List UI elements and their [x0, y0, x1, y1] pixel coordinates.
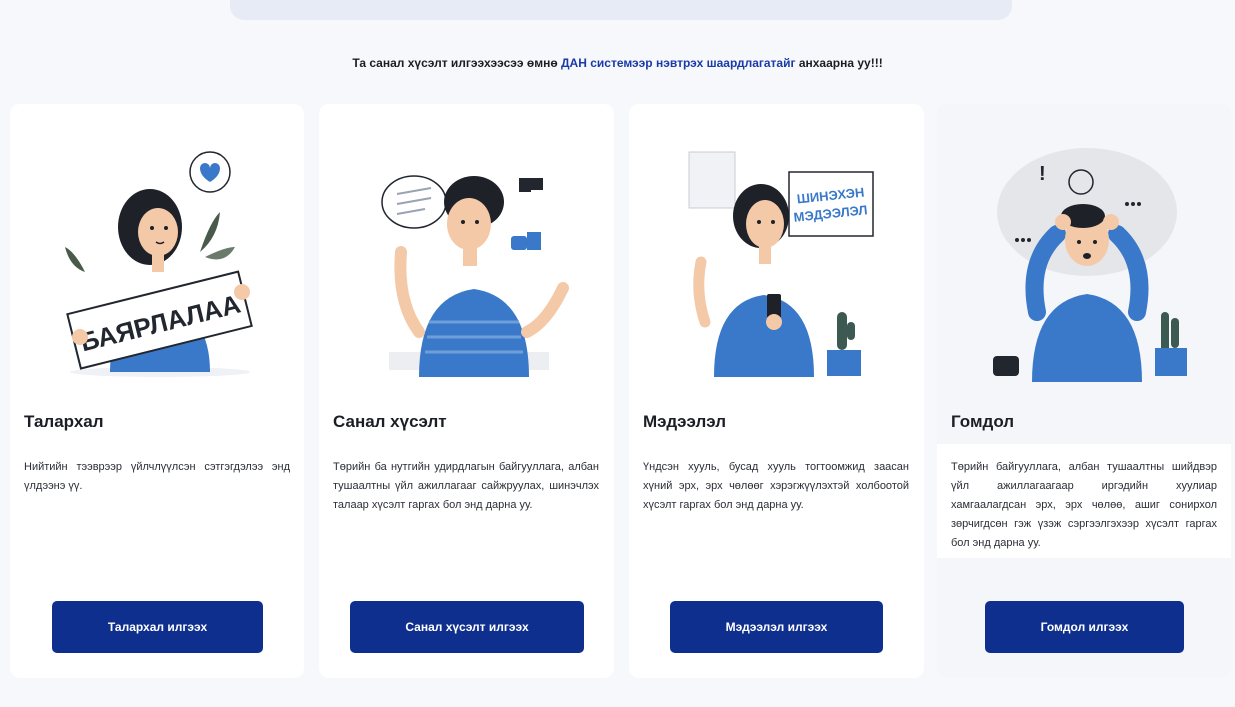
thanks-illustration: БАЯРЛАЛАА — [65, 151, 253, 377]
send-complaint-button[interactable]: Гомдол илгээх — [985, 601, 1184, 653]
card-thanks: БАЯРЛАЛАА Талархал Нийтийн тээврээр үйлч… — [10, 104, 304, 678]
card-description: Төрийн байгууллага, албан тушаалтны шийд… — [951, 461, 1217, 549]
svg-text:!: ! — [1039, 163, 1046, 185]
top-search-bar[interactable] — [230, 0, 1012, 20]
card-title: Санал хүсэлт — [333, 412, 447, 431]
send-thanks-button[interactable]: Талархал илгээх — [52, 601, 263, 653]
card-information: ШИНЭХЭН МЭДЭЭЛЭЛ Мэдээлэл Үндсэн хууль, … — [629, 104, 924, 678]
card-description: Үндсэн хууль, бусад хууль тогтоомжид заа… — [643, 461, 909, 511]
send-suggestion-button[interactable]: Санал хүсэлт илгээх — [350, 601, 584, 653]
card-complaint: ! Гомдол Төрийн байгууллага, албан тушаа — [937, 104, 1231, 678]
send-information-button[interactable]: Мэдээлэл илгээх — [670, 601, 883, 653]
card-title: Мэдээлэл — [643, 412, 727, 431]
notice-text: Та санал хүсэлт илгээхээсээ өмнө — [352, 56, 561, 70]
notice-text-end: анхаарна уу!!! — [795, 56, 883, 70]
feedback-cards: БАЯРЛАЛАА Талархал Нийтийн тээврээр үйлч… — [10, 104, 1232, 680]
card-description: Нийтийн тээврээр үйлчлүүлсэн сэтгэгдэлээ… — [24, 461, 290, 492]
information-illustration: ШИНЭХЭН МЭДЭЭЛЭЛ — [688, 151, 874, 377]
card-suggestion: Санал хүсэлт Төрийн ба нутгийн удирдлагы… — [319, 104, 614, 678]
suggestion-illustration — [381, 175, 569, 377]
card-title: Гомдол — [951, 412, 1015, 431]
dan-login-link[interactable]: ДАН системээр нэвтрэх шаардлагатайг — [561, 56, 795, 70]
card-title: Талархал — [24, 412, 104, 431]
login-notice: Та санал хүсэлт илгээхээсээ өмнө ДАН сис… — [0, 56, 1235, 70]
complaint-illustration: ! — [993, 148, 1187, 382]
card-description: Төрийн ба нутгийн удирдлагын байгууллага… — [333, 461, 599, 511]
